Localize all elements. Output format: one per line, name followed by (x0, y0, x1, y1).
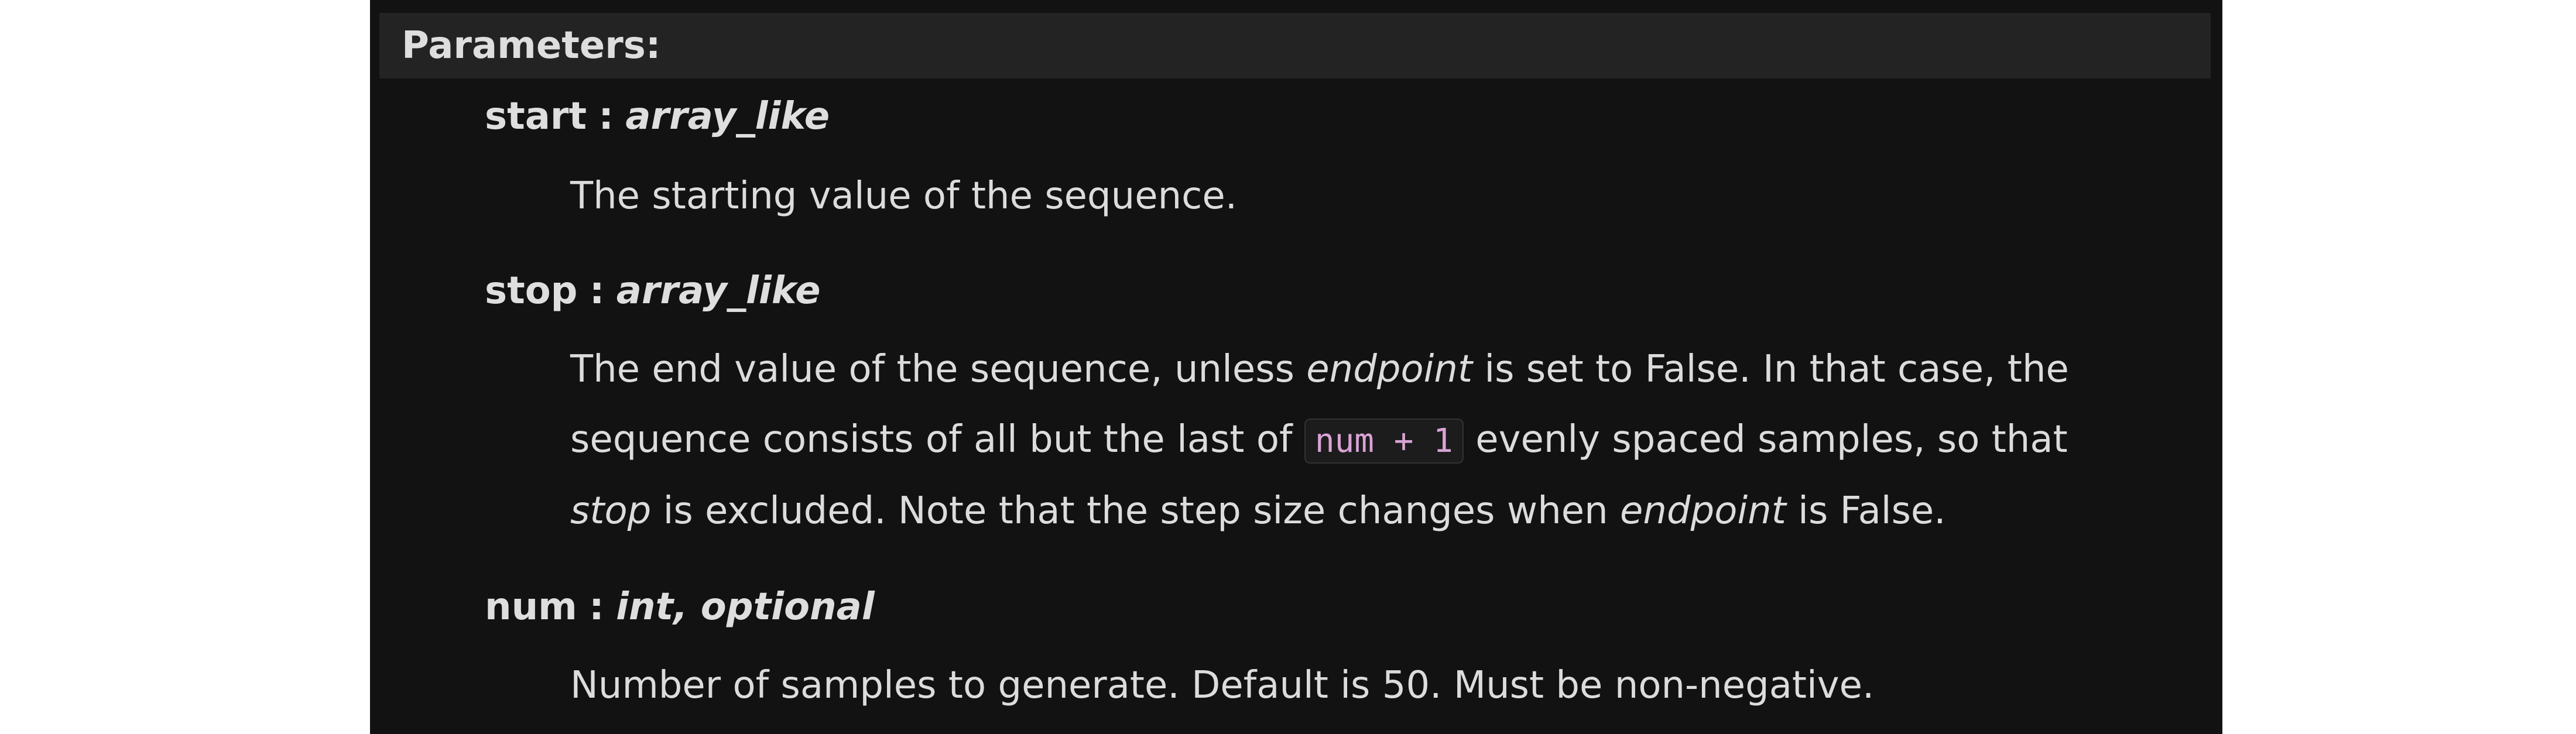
param-name: stop (485, 269, 578, 313)
desc-emphasis: endpoint (1306, 348, 1473, 391)
section-title: Parameters: (402, 24, 661, 67)
param-type: array_like (625, 95, 830, 138)
desc-text: is False. (1786, 489, 1946, 533)
desc-text: is excluded. Note that the step size cha… (651, 489, 1621, 533)
param-type: int, optional (616, 585, 875, 629)
param-name: start (485, 95, 587, 138)
param-name: num (485, 585, 577, 629)
param-num-description: Number of samples to generate. Default i… (570, 664, 1875, 707)
param-type: array_like (616, 269, 821, 313)
param-start-description: The starting value of the sequence. (570, 174, 1238, 218)
desc-text: The end value of the sequence, unless (570, 348, 1307, 391)
parameters-header: Parameters: (379, 13, 2211, 78)
desc-emphasis: stop (570, 489, 652, 533)
inline-code: num + 1 (1304, 419, 1464, 464)
param-stop-description-line: sequence consists of all but the last of… (570, 418, 2068, 464)
desc-text: sequence consists of all but the last of (570, 418, 1304, 461)
param-num: num : int, optional (485, 585, 875, 629)
docstring-panel: Parameters: start : array_like The start… (370, 0, 2222, 734)
desc-text: is set to False. In that case, the (1472, 348, 2069, 391)
param-start: start : array_like (485, 95, 830, 138)
param-stop-description-line: stop is excluded. Note that the step siz… (570, 489, 1946, 533)
param-separator: : (589, 269, 605, 313)
desc-emphasis: endpoint (1620, 489, 1786, 533)
param-stop: stop : array_like (485, 269, 821, 313)
param-separator: : (589, 585, 604, 629)
param-stop-description-line: The end value of the sequence, unless en… (570, 348, 2069, 391)
param-separator: : (598, 95, 614, 138)
desc-text: evenly spaced samples, so that (1463, 418, 2068, 461)
